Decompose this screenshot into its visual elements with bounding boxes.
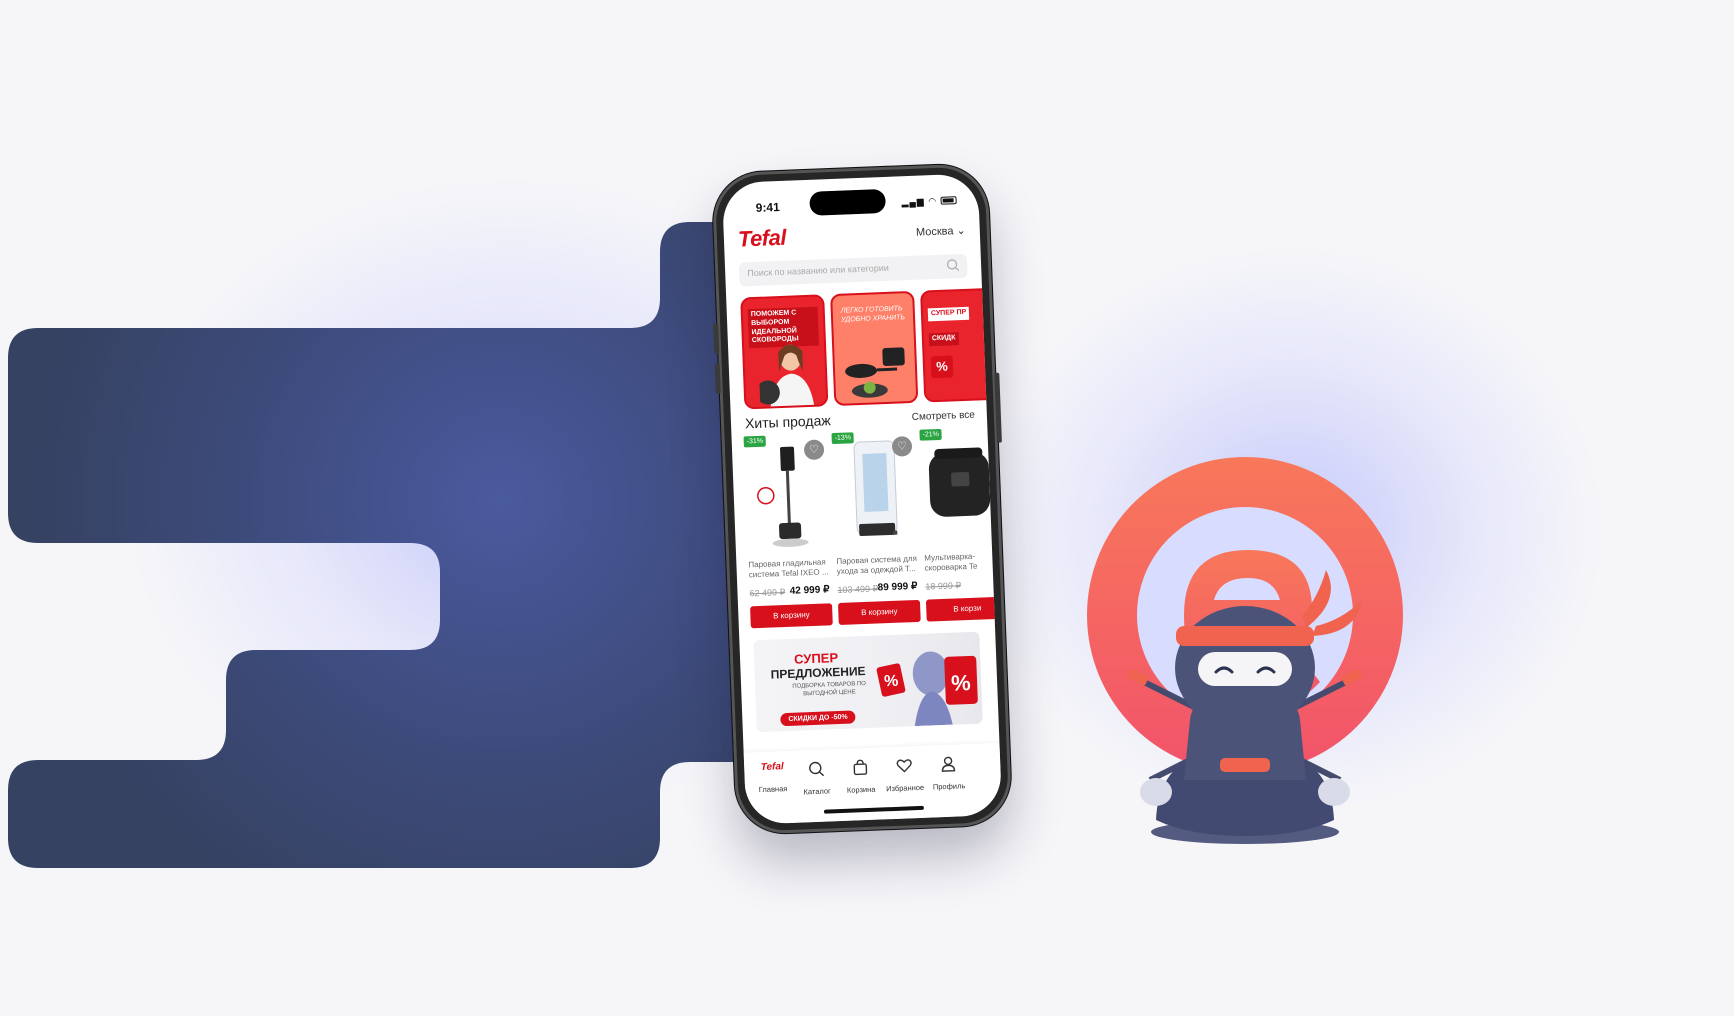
phone-mockup: 9:41 ▂▄▆ ◠ Tefal Москва ⌄ Поиск по назва…	[711, 162, 1013, 836]
product-name: Мультиварка-скороварка Te	[924, 551, 978, 574]
signal-icon: ▂▄▆	[901, 196, 925, 208]
search-input[interactable]: Поиск по названию или категории	[738, 253, 968, 287]
price: 42 999 ₽	[789, 584, 830, 597]
heart-icon	[896, 759, 912, 773]
story-card[interactable]: ЛЕГКО ГОТОВИТЬ УДОБНО ХРАНИТЬ	[830, 290, 919, 406]
city-label: Москва	[915, 225, 954, 239]
product-card[interactable]: -31% ♡ Паровая гладильная система Tefal …	[743, 433, 833, 629]
product-card[interactable]: -21% Мультиварка-скороварка Te 18 999 ₽ …	[919, 427, 1003, 622]
tab-home[interactable]: Tefal Главная	[748, 761, 797, 798]
section-title: Хиты продаж	[744, 412, 831, 432]
user-icon	[941, 756, 956, 772]
discount-badge: -31%	[743, 435, 767, 448]
see-all-link[interactable]: Смотреть все	[912, 410, 976, 423]
price: 89 999 ₽	[877, 580, 918, 594]
add-to-cart-button[interactable]: В корзи	[925, 596, 1003, 622]
discount-badge: -21%	[919, 428, 943, 441]
home-indicator	[823, 805, 924, 814]
search-icon	[809, 761, 825, 777]
status-time: 9:41	[755, 199, 781, 215]
phone-screen: 9:41 ▂▄▆ ◠ Tefal Москва ⌄ Поиск по назва…	[721, 173, 1003, 825]
tab-profile[interactable]: Профиль	[924, 754, 973, 795]
story-badge: СКИДК	[928, 331, 959, 346]
tab-label: Каталог	[803, 786, 831, 797]
multicooker-image	[928, 447, 991, 517]
old-price: 103 499 ₽	[837, 583, 879, 596]
svg-text:%: %	[951, 670, 972, 696]
tab-cart[interactable]: Корзина	[836, 757, 885, 798]
battery-icon	[940, 196, 957, 205]
promo-title-line1: СУПЕР	[793, 650, 839, 667]
product-carousel: -31% ♡ Паровая гладильная система Tefal …	[743, 424, 1003, 636]
product-card[interactable]: -13% ♡ Паровая система для ухода за одеж…	[831, 430, 921, 625]
promo-banner[interactable]: СУПЕР ПРЕДЛОЖЕНИЕ ПОДБОРКА ТОВАРОВ ПО ВЫ…	[753, 631, 983, 733]
promo-title-line2: ПРЕДЛОЖЕНИЕ	[770, 663, 866, 682]
svg-text:%: %	[884, 673, 899, 691]
volume-down-button	[714, 363, 721, 394]
promo-badge: СКИДКИ ДО -50%	[780, 710, 856, 727]
promo-subtitle: ПОДБОРКА ТОВАРОВ ПО ВЫГОДНОЙ ЦЕНЕ	[792, 680, 867, 698]
dynamic-island	[809, 188, 887, 216]
add-to-cart-button[interactable]: В корзину	[837, 599, 921, 625]
cookware-image	[845, 347, 905, 398]
stories-carousel: ПОМОЖЕМ С ВЫБОРОМ ИДЕАЛЬНОЙ СКОВОРОДЫ ЛЕ…	[740, 286, 1003, 410]
story-card[interactable]: ПОМОЖЕМ С ВЫБОРОМ ИДЕАЛЬНОЙ СКОВОРОДЫ	[740, 294, 829, 410]
story-card[interactable]: СУПЕР ПР СКИДК %	[920, 287, 1003, 403]
search-placeholder: Поиск по названию или категории	[747, 262, 890, 279]
status-bar: 9:41 ▂▄▆ ◠	[723, 188, 980, 222]
chevron-down-icon: ⌄	[956, 224, 967, 238]
add-to-cart-button[interactable]: В корзину	[750, 603, 833, 629]
tab-label: Корзина	[846, 784, 876, 795]
tab-catalog[interactable]: Каталог	[792, 759, 841, 800]
bottom-tab-bar: Tefal Главная Каталог Корзина Избранное …	[743, 742, 1003, 825]
story-text: СУПЕР ПР	[927, 306, 970, 322]
statue-image: % %	[876, 651, 978, 727]
tab-label: Избранное	[885, 782, 925, 794]
old-price: 62 499 ₽	[749, 587, 786, 599]
percent-icon: %	[930, 355, 954, 379]
wifi-icon: ◠	[928, 195, 938, 207]
tab-label: Главная	[758, 784, 788, 795]
tab-label: Профиль	[932, 781, 966, 792]
old-price: 18 999 ₽	[925, 580, 962, 592]
volume-up-button	[713, 323, 720, 354]
story-text: ЛЕГКО ГОТОВИТЬ УДОБНО ХРАНИТЬ	[840, 305, 906, 324]
discount-badge: -13%	[831, 432, 855, 445]
search-icon	[946, 259, 960, 272]
tefal-logo-icon: Tefal	[760, 761, 784, 774]
woman-photo-image	[757, 344, 815, 409]
tefal-logo[interactable]: Tefal	[737, 225, 786, 253]
product-name: Паровая система для ухода за одеждой T..…	[836, 553, 918, 577]
tab-favorites[interactable]: Избранное	[880, 756, 929, 797]
ninja-mascot-logo	[1087, 457, 1403, 844]
city-selector[interactable]: Москва ⌄	[916, 224, 966, 239]
bag-icon	[853, 759, 868, 776]
product-name: Паровая гладильная система Tefal IXEO ..…	[748, 557, 829, 580]
